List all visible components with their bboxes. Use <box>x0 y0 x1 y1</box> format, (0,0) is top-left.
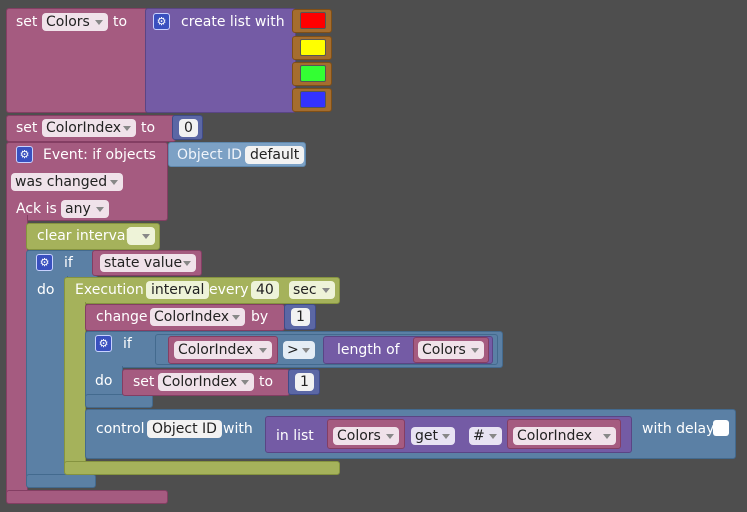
inner-if-footer <box>85 394 153 408</box>
ack-dropdown[interactable]: any <box>61 200 109 218</box>
interval-value-field[interactable]: 40 <box>251 281 279 299</box>
control-object-field[interactable]: Object ID <box>147 420 222 438</box>
gear-icon[interactable]: ⚙ <box>153 13 170 30</box>
gear-icon[interactable]: ⚙ <box>36 254 53 271</box>
execution-interval-rail <box>64 302 86 464</box>
if-block-footer <box>26 474 96 488</box>
position-dropdown[interactable]: # <box>469 427 502 445</box>
interval-dropdown[interactable] <box>127 227 155 245</box>
execution-label: Execution <box>75 282 144 298</box>
do-label: do <box>37 282 55 298</box>
if-block-rail <box>26 276 68 476</box>
to-label: to <box>113 14 128 30</box>
object-id-field[interactable]: default <box>245 146 305 164</box>
if-label: if <box>123 336 132 352</box>
change-label: change <box>96 309 148 325</box>
number-field[interactable]: 0 <box>179 119 198 137</box>
operator-dropdown[interactable]: > <box>283 341 315 359</box>
object-id-label: Object ID <box>177 147 242 163</box>
interval-variable-field[interactable]: interval <box>146 281 210 299</box>
clear-interval-label: clear interval <box>37 228 130 244</box>
if-label: if <box>64 255 73 271</box>
gear-icon[interactable]: ⚙ <box>16 146 33 163</box>
set-label: set <box>16 14 38 30</box>
condition-dropdown[interactable]: was changed <box>11 173 123 191</box>
number-field[interactable]: 1 <box>291 308 310 326</box>
colorindex-variable-dropdown[interactable]: ColorIndex <box>42 119 136 137</box>
with-delay-label: with delay <box>642 421 715 437</box>
to-label: to <box>259 374 274 390</box>
colorindex-variable-dropdown[interactable]: ColorIndex <box>158 373 254 391</box>
length-of-label: length of <box>337 342 400 358</box>
colorindex-variable-dropdown[interactable]: ColorIndex <box>150 308 245 326</box>
in-list-label: in list <box>276 428 314 444</box>
create-list-label: create list with <box>181 14 285 30</box>
color-swatch-blue[interactable] <box>300 91 326 108</box>
event-title: Event: if objects <box>43 147 156 163</box>
execution-interval-footer <box>64 461 340 475</box>
set-label: set <box>16 120 38 136</box>
to-label: to <box>141 120 156 136</box>
colors-variable-dropdown[interactable]: Colors <box>333 427 399 445</box>
interval-unit-dropdown[interactable]: sec <box>289 281 335 299</box>
gear-icon[interactable]: ⚙ <box>95 335 112 352</box>
with-label: with <box>223 421 253 437</box>
event-block-left-rail <box>6 215 28 495</box>
set-label: set <box>133 374 155 390</box>
by-label: by <box>251 309 269 325</box>
ack-label: Ack is <box>16 201 57 217</box>
event-block-footer <box>6 490 168 504</box>
with-delay-checkbox[interactable] <box>713 420 729 436</box>
number-field[interactable]: 1 <box>295 373 314 391</box>
color-swatch-green[interactable] <box>300 65 326 82</box>
colorindex-variable-dropdown[interactable]: ColorIndex <box>174 341 272 359</box>
color-swatch-yellow[interactable] <box>300 39 326 56</box>
colors-variable-dropdown[interactable]: Colors <box>418 341 484 359</box>
get-dropdown[interactable]: get <box>411 427 455 445</box>
do-label: do <box>95 373 113 389</box>
every-label: every <box>209 282 249 298</box>
control-label: control <box>96 421 145 437</box>
color-swatch-red[interactable] <box>300 12 326 29</box>
state-value-dropdown[interactable]: state value <box>100 254 196 272</box>
colorindex-variable-dropdown[interactable]: ColorIndex <box>513 427 616 445</box>
colors-variable-dropdown[interactable]: Colors <box>42 13 108 31</box>
